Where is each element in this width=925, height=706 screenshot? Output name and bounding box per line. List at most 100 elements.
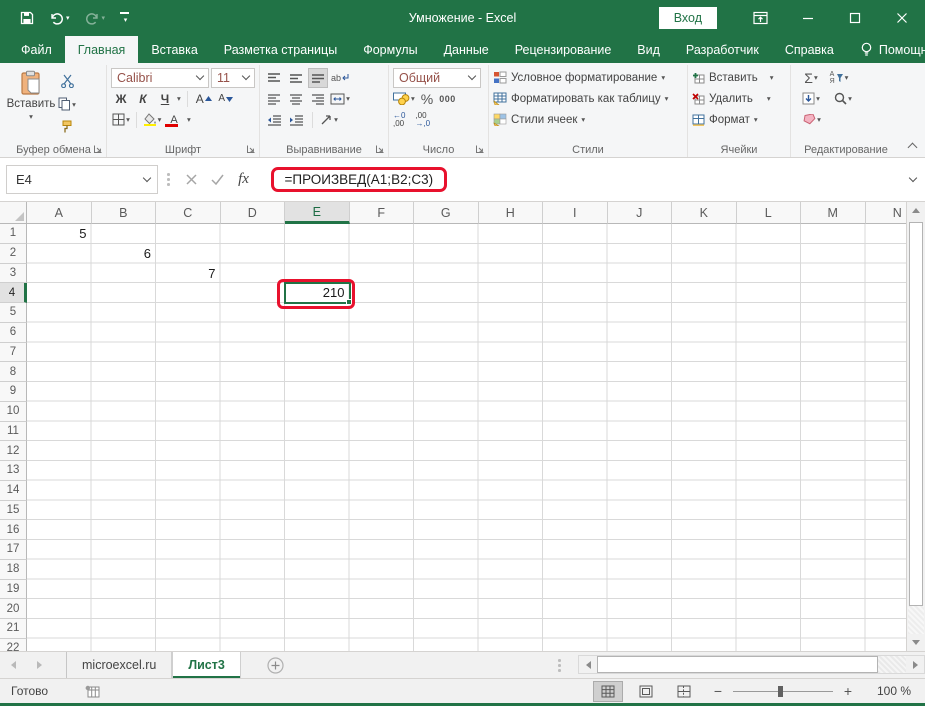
shrink-font-icon[interactable]: А <box>216 89 236 109</box>
cell-B2[interactable]: 6 <box>92 244 156 264</box>
name-box[interactable]: E4 <box>6 165 158 194</box>
zoom-in-icon[interactable]: + <box>837 683 859 699</box>
vertical-scrollbar-track[interactable] <box>908 606 924 634</box>
merge-center-icon[interactable]: ▾ <box>330 89 350 109</box>
page-break-view-icon[interactable] <box>669 681 699 702</box>
fill-color-icon[interactable]: ▾ <box>142 110 162 130</box>
ribbon-tab-formulas[interactable]: Формулы <box>350 36 430 63</box>
align-center-icon[interactable] <box>286 89 306 109</box>
worksheet-grid[interactable]: ABCDEFGHIJKLMN12345678910111213141516171… <box>0 202 925 651</box>
collapse-ribbon-icon[interactable] <box>908 143 918 153</box>
clear-icon[interactable]: ▾ <box>801 110 821 130</box>
column-header-M[interactable]: M <box>801 202 866 224</box>
font-name-combo[interactable]: Calibri <box>111 68 209 88</box>
row-header-11[interactable]: 11 <box>0 422 27 442</box>
orientation-icon[interactable]: ▾ <box>319 110 339 130</box>
expand-formula-bar-icon[interactable] <box>909 174 917 182</box>
column-header-F[interactable]: F <box>350 202 415 224</box>
row-header-16[interactable]: 16 <box>0 520 27 540</box>
clipboard-dialog-launcher-icon[interactable] <box>93 144 103 154</box>
accounting-format-icon[interactable]: ▾ <box>393 89 415 109</box>
ribbon-tab-view[interactable]: Вид <box>624 36 673 63</box>
scroll-down-icon[interactable] <box>907 634 925 651</box>
name-box-dropdown-icon[interactable] <box>143 174 151 182</box>
percent-style-icon[interactable]: % <box>421 91 433 107</box>
prev-sheet-icon[interactable] <box>0 652 26 678</box>
column-header-H[interactable]: H <box>479 202 544 224</box>
ribbon-tab-assistant[interactable]: Помощн <box>847 36 925 63</box>
zoom-slider-thumb[interactable] <box>778 686 783 697</box>
row-header-2[interactable]: 2 <box>0 244 27 264</box>
sheet-tab-microexcel[interactable]: microexcel.ru <box>67 652 172 678</box>
number-format-combo[interactable]: Общий <box>393 68 481 88</box>
close-icon[interactable] <box>878 0 925 36</box>
page-layout-view-icon[interactable] <box>631 681 661 702</box>
italic-button[interactable]: К <box>133 89 153 109</box>
cancel-icon[interactable] <box>179 166 205 194</box>
underline-button[interactable]: Ч <box>155 89 175 109</box>
enter-icon[interactable] <box>205 166 231 194</box>
column-header-D[interactable]: D <box>221 202 286 224</box>
row-header-10[interactable]: 10 <box>0 402 27 422</box>
font-dialog-launcher-icon[interactable] <box>246 144 256 154</box>
cell-styles-button[interactable]: Стили ячеек▾ <box>493 109 683 130</box>
row-header-14[interactable]: 14 <box>0 481 27 501</box>
tab-scrollbar-splitter[interactable] <box>558 659 561 672</box>
comma-style-icon[interactable]: 000 <box>439 94 456 104</box>
bold-button[interactable]: Ж <box>111 89 131 109</box>
macro-record-icon[interactable] <box>85 685 100 698</box>
font-color-dropdown-icon[interactable]: ▾ <box>187 115 191 124</box>
row-header-9[interactable]: 9 <box>0 382 27 402</box>
paste-dropdown-icon[interactable]: ▾ <box>29 112 33 121</box>
ribbon-tab-review[interactable]: Рецензирование <box>502 36 625 63</box>
align-left-icon[interactable] <box>264 89 284 109</box>
format-painter-icon[interactable] <box>57 117 77 137</box>
ribbon-tab-data[interactable]: Данные <box>431 36 502 63</box>
sign-in-button[interactable]: Вход <box>659 7 717 29</box>
column-header-G[interactable]: G <box>414 202 479 224</box>
font-size-combo[interactable]: 11 <box>211 68 255 88</box>
row-header-1[interactable]: 1 <box>0 224 27 244</box>
align-right-icon[interactable] <box>308 89 328 109</box>
row-header-13[interactable]: 13 <box>0 461 27 481</box>
column-header-E[interactable]: E <box>285 202 350 224</box>
column-header-C[interactable]: C <box>156 202 221 224</box>
save-icon[interactable] <box>20 11 34 25</box>
row-header-5[interactable]: 5 <box>0 303 27 323</box>
sheet-tab-sheet3[interactable]: Лист3 <box>172 652 240 678</box>
row-header-18[interactable]: 18 <box>0 560 27 580</box>
autosum-icon[interactable]: Σ▾ <box>801 68 821 88</box>
column-header-K[interactable]: K <box>672 202 737 224</box>
grow-font-icon[interactable]: А <box>194 89 214 109</box>
fill-icon[interactable]: ▾ <box>801 89 821 109</box>
undo-dropdown-icon[interactable]: ▾ <box>66 14 70 22</box>
cell-A1[interactable]: 5 <box>27 224 91 244</box>
row-header-7[interactable]: 7 <box>0 343 27 363</box>
number-dialog-launcher-icon[interactable] <box>475 144 485 154</box>
scroll-up-icon[interactable] <box>907 202 925 219</box>
wrap-text-icon[interactable]: ab <box>330 68 350 88</box>
horizontal-scrollbar-track[interactable] <box>878 656 906 673</box>
align-bottom-icon[interactable] <box>308 68 328 88</box>
ribbon-tab-home[interactable]: Главная <box>65 36 139 63</box>
decrease-decimal-icon[interactable]: ,00→,0 <box>415 112 430 128</box>
horizontal-scrollbar[interactable] <box>578 655 925 674</box>
align-top-icon[interactable] <box>264 68 284 88</box>
add-sheet-icon[interactable] <box>267 652 284 678</box>
cell-C3[interactable]: 7 <box>156 264 220 284</box>
find-select-icon[interactable]: ▾ <box>833 89 853 109</box>
ribbon-tab-file[interactable]: Файл <box>8 36 65 63</box>
row-header-22[interactable]: 22 <box>0 639 27 651</box>
column-header-A[interactable]: A <box>27 202 92 224</box>
copy-icon[interactable]: ▾ <box>57 94 77 114</box>
formula-input[interactable]: =ПРОИЗВЕД(A1;B2;C3) <box>285 172 434 187</box>
row-header-8[interactable]: 8 <box>0 362 27 382</box>
ribbon-tab-developer[interactable]: Разработчик <box>673 36 772 63</box>
scroll-right-icon[interactable] <box>906 656 924 673</box>
underline-dropdown-icon[interactable]: ▾ <box>177 94 181 103</box>
column-header-I[interactable]: I <box>543 202 608 224</box>
delete-cells-button[interactable]: Удалить▾ <box>692 88 786 109</box>
scroll-left-icon[interactable] <box>579 656 597 673</box>
maximize-icon[interactable] <box>831 0 878 36</box>
redo-dropdown-icon[interactable]: ▾ <box>102 14 106 22</box>
